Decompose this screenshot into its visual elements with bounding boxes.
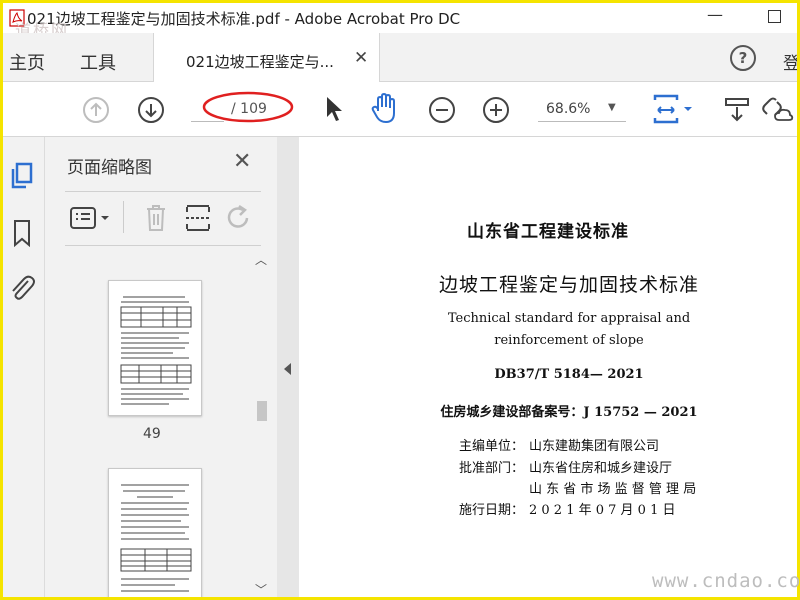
fit-page-icon[interactable] bbox=[651, 92, 699, 126]
nav-tools[interactable]: 工具 bbox=[80, 49, 116, 75]
attachment-icon[interactable] bbox=[8, 273, 36, 303]
bookmark-icon[interactable] bbox=[11, 219, 33, 247]
page-thumbnail-content bbox=[120, 484, 192, 592]
collapse-arrow-icon bbox=[284, 363, 291, 375]
help-icon[interactable]: ? bbox=[730, 45, 756, 71]
page-thumbnails-icon[interactable] bbox=[9, 161, 35, 191]
thumbnails-panel-title: 页面缩略图 bbox=[67, 158, 152, 178]
title-bar: 021边坡工程鉴定与加固技术标准.pdf - Adobe Acrobat Pro… bbox=[3, 3, 797, 40]
document-title-cn: 边坡工程鉴定与加固技术标准 bbox=[438, 274, 699, 296]
tab-bar: 主页 工具 021边坡工程鉴定与... ✕ ? 登 bbox=[3, 33, 797, 82]
rotate-icon[interactable] bbox=[225, 203, 253, 233]
chevron-down-icon: ▼ bbox=[608, 102, 616, 113]
document-meta-row: 主编单位： 山东建勘集团有限公司 bbox=[459, 435, 659, 454]
meta-label: 主编单位： bbox=[459, 439, 525, 454]
insert-page-icon[interactable] bbox=[184, 203, 212, 233]
tab-document-label: 021边坡工程鉴定与... bbox=[186, 53, 334, 71]
zoom-in-icon[interactable] bbox=[482, 96, 510, 124]
document-meta-row: 山 东 省 市 场 监 督 管 理 局 bbox=[459, 478, 696, 497]
page-thumbnail[interactable] bbox=[108, 468, 202, 597]
meta-label: 施行日期： bbox=[459, 503, 525, 518]
minimize-button[interactable]: — bbox=[707, 5, 723, 24]
document-page: 山东省工程建设标准 边坡工程鉴定与加固技术标准 Technical standa… bbox=[299, 137, 797, 597]
thumbnails-panel: 页面缩略图 ✕ 49 ︿ ﹀ bbox=[45, 137, 275, 597]
chevron-down-icon[interactable]: ﹀ bbox=[255, 581, 267, 597]
maximize-button[interactable] bbox=[768, 10, 781, 23]
watermark-bottom: www.cndao.com bbox=[652, 570, 800, 592]
next-page-icon[interactable] bbox=[137, 96, 165, 124]
meta-value: 山 东 省 市 场 监 督 管 理 局 bbox=[529, 482, 697, 497]
thumbnail-options-icon[interactable] bbox=[69, 205, 113, 231]
close-panel-icon[interactable]: ✕ bbox=[233, 149, 251, 174]
zoom-select[interactable]: 68.6% ▼ bbox=[538, 95, 626, 122]
meta-label: 批准部门： bbox=[459, 461, 525, 476]
document-title-en-line1: Technical standard for appraisal and bbox=[447, 311, 691, 326]
meta-value: 2 0 2 1 年 0 7 月 0 1 日 bbox=[529, 503, 676, 518]
hand-tool-icon[interactable] bbox=[370, 93, 400, 125]
document-meta-row: 批准部门： 山东省住房和城乡建设厅 bbox=[459, 457, 672, 476]
window-title: 021边坡工程鉴定与加固技术标准.pdf - Adobe Acrobat Pro… bbox=[27, 10, 461, 28]
previous-page-icon[interactable] bbox=[82, 96, 110, 124]
thumbnails-scrollbar[interactable]: ︿ ﹀ bbox=[253, 251, 271, 597]
document-meta-row: 施行日期： 2 0 2 1 年 0 7 月 0 1 日 bbox=[459, 499, 676, 518]
tab-document[interactable]: 021边坡工程鉴定与... ✕ bbox=[153, 33, 380, 82]
link-cloud-icon[interactable] bbox=[761, 94, 795, 124]
select-cursor-icon[interactable] bbox=[323, 95, 345, 123]
scroll-mode-icon[interactable] bbox=[723, 96, 751, 124]
thumbnail-page-label: 49 bbox=[143, 426, 161, 442]
acrobat-window: 021边坡工程鉴定与加固技术标准.pdf - Adobe Acrobat Pro… bbox=[3, 3, 797, 597]
document-code: DB37/T 5184— 2021 bbox=[494, 367, 644, 382]
document-record-number: 住房城乡建设部备案号：J 15752 — 2021 bbox=[440, 405, 698, 420]
page-thumbnail-content bbox=[120, 296, 192, 405]
navigation-pane-strip bbox=[3, 137, 45, 597]
zoom-out-icon[interactable] bbox=[428, 96, 456, 124]
zoom-value: 68.6% bbox=[546, 101, 591, 117]
toolbar: / 109 68.6% ▼ bbox=[3, 82, 797, 137]
document-standard-header: 山东省工程建设标准 bbox=[467, 222, 629, 242]
meta-value: 山东建勘集团有限公司 bbox=[529, 439, 660, 454]
close-tab-icon[interactable]: ✕ bbox=[354, 48, 368, 68]
red-annotation-ellipse bbox=[202, 91, 294, 123]
chevron-up-icon[interactable]: ︿ bbox=[255, 251, 267, 268]
delete-icon[interactable] bbox=[143, 203, 169, 233]
divider bbox=[65, 191, 261, 192]
divider bbox=[123, 201, 124, 233]
divider bbox=[65, 245, 261, 246]
nav-home[interactable]: 主页 bbox=[9, 49, 45, 75]
document-title-en-line2: reinforcement of slope bbox=[494, 333, 644, 348]
panel-collapse-handle[interactable] bbox=[277, 137, 299, 597]
signin-button[interactable]: 登 bbox=[783, 49, 797, 74]
meta-value: 山东省住房和城乡建设厅 bbox=[529, 461, 673, 476]
page-thumbnail[interactable] bbox=[108, 280, 202, 416]
scrollbar-thumb[interactable] bbox=[257, 401, 267, 421]
